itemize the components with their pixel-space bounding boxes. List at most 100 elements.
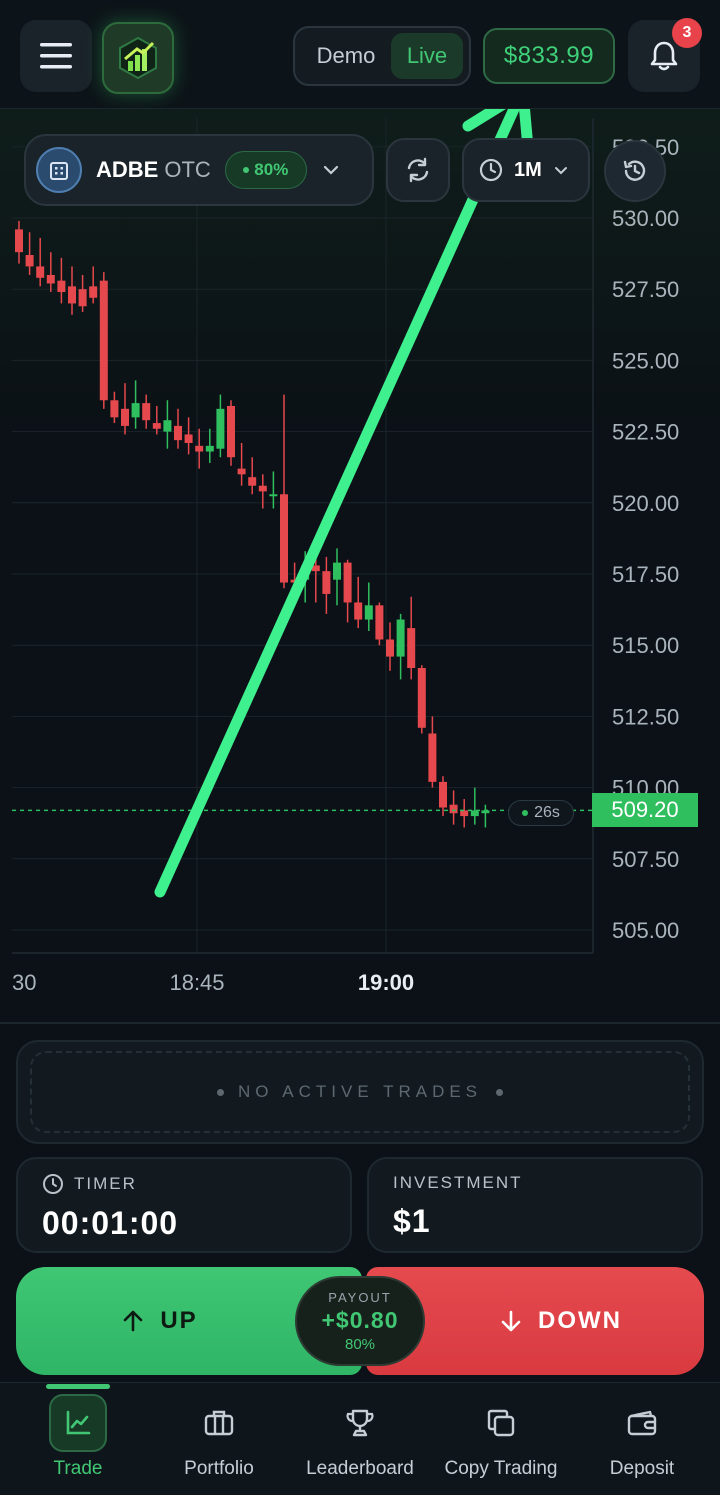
candle <box>25 255 34 267</box>
app-logo[interactable] <box>102 22 174 94</box>
candle <box>152 423 161 429</box>
briefcase-icon <box>190 1394 248 1452</box>
refresh-icon <box>407 157 429 183</box>
candle <box>57 280 66 293</box>
trophy-icon <box>331 1394 389 1452</box>
chart-area[interactable]: 532.50530.00527.50525.00522.50520.00517.… <box>0 109 720 1021</box>
clock-icon <box>43 1174 63 1194</box>
asset-selector[interactable]: ADBE OTC 80% <box>24 134 374 206</box>
chevron-down-icon <box>554 166 567 174</box>
candle <box>68 286 76 304</box>
investment-card[interactable]: INVESTMENT $1 <box>367 1157 703 1253</box>
timeframe-label: 1M <box>514 158 542 181</box>
history-icon <box>623 160 646 181</box>
price-chart[interactable]: 532.50530.00527.50525.00522.50520.00517.… <box>0 109 720 1021</box>
account-mode-toggle[interactable]: Demo Live <box>293 26 471 86</box>
candle <box>163 420 172 432</box>
timeframe-selector[interactable]: 1M <box>462 138 590 202</box>
candle <box>258 485 267 492</box>
refresh-button[interactable] <box>386 138 450 202</box>
x-tick-label: 30 <box>12 970 36 995</box>
candle-countdown: 26s <box>508 800 574 826</box>
arrow-overlay-shaft <box>154 109 520 898</box>
candle <box>333 562 341 580</box>
candle <box>417 667 426 728</box>
nav-portfolio[interactable]: Portfolio <box>147 1382 291 1494</box>
bell-icon <box>650 41 678 71</box>
y-tick-label: 525.00 <box>612 348 679 373</box>
investment-value: $1 <box>393 1203 431 1239</box>
payout-badge: PAYOUT +$0.80 80% <box>295 1276 425 1366</box>
logo-icon <box>119 36 157 80</box>
current-price-tag: 509.20 <box>592 793 698 827</box>
candle <box>142 403 151 421</box>
asset-payout-badge: 80% <box>224 151 307 189</box>
candle <box>407 628 416 668</box>
mode-live[interactable]: Live <box>391 33 463 79</box>
candle <box>439 781 447 808</box>
candle <box>227 405 235 458</box>
candle <box>89 286 98 298</box>
nav-copy-trading-label: Copy Trading <box>444 1458 558 1479</box>
clock-icon <box>479 158 503 182</box>
asset-name: ADBE <box>96 157 159 182</box>
candle <box>205 445 214 452</box>
candle <box>174 425 182 441</box>
building-icon <box>36 147 82 193</box>
candle <box>343 562 352 603</box>
timer-label: TIMER <box>74 1174 137 1193</box>
candle <box>470 810 479 817</box>
candle <box>375 605 384 640</box>
down-label: DOWN <box>538 1307 622 1334</box>
candle <box>354 602 363 620</box>
nav-deposit-label: Deposit <box>609 1458 675 1479</box>
no-trades-label: NO ACTIVE TRADES <box>237 1082 483 1101</box>
candle <box>99 280 108 401</box>
y-tick-label: 512.50 <box>612 704 679 729</box>
up-label: UP <box>160 1307 198 1334</box>
candle <box>386 639 394 657</box>
menu-button[interactable] <box>20 20 92 92</box>
payout-percent: 80% <box>344 1335 376 1353</box>
candle <box>216 408 225 449</box>
mode-demo[interactable]: Demo <box>301 43 391 69</box>
investment-label: INVESTMENT <box>393 1173 523 1192</box>
y-tick-label: 515.00 <box>612 633 679 658</box>
candle <box>322 571 331 594</box>
candle <box>46 274 55 284</box>
chevron-down-icon <box>323 165 338 175</box>
y-tick-label: 505.00 <box>612 918 679 943</box>
candle <box>36 266 45 278</box>
x-tick-label: 19:00 <box>358 970 414 995</box>
y-tick-label: 520.00 <box>612 491 679 516</box>
candle <box>110 400 119 418</box>
candle <box>364 605 373 620</box>
nav-leaderboard[interactable]: Leaderboard <box>288 1382 432 1494</box>
nav-copy-trading[interactable]: Copy Trading <box>429 1382 573 1494</box>
hamburger-icon <box>40 43 72 69</box>
y-tick-label: 507.50 <box>612 847 679 872</box>
candle <box>131 403 140 418</box>
timer-card[interactable]: TIMER 00:01:00 <box>16 1157 352 1253</box>
candle <box>449 804 458 814</box>
payout-amount: +$0.80 <box>321 1306 399 1333</box>
timer-value: 00:01:00 <box>42 1205 179 1241</box>
nav-leaderboard-label: Leaderboard <box>306 1458 414 1479</box>
candle <box>121 408 129 426</box>
candle <box>428 733 437 782</box>
balance-display[interactable]: $833.99 <box>483 28 615 84</box>
candle <box>78 289 87 307</box>
notification-badge: 3 <box>672 18 702 48</box>
nav-deposit[interactable]: Deposit <box>570 1382 714 1494</box>
wallet-icon <box>613 1394 671 1452</box>
candle <box>15 229 23 253</box>
candle <box>237 468 246 475</box>
x-tick-label: 18:45 <box>169 970 224 995</box>
history-button[interactable] <box>604 140 666 202</box>
nav-trade[interactable]: Trade <box>6 1382 150 1494</box>
arrow-down-icon <box>501 1310 521 1332</box>
no-active-trades: NO ACTIVE TRADES <box>30 1051 690 1133</box>
asset-payout-value: 80% <box>254 160 289 179</box>
copy-icon <box>472 1394 530 1452</box>
nav-portfolio-label: Portfolio <box>184 1458 254 1479</box>
